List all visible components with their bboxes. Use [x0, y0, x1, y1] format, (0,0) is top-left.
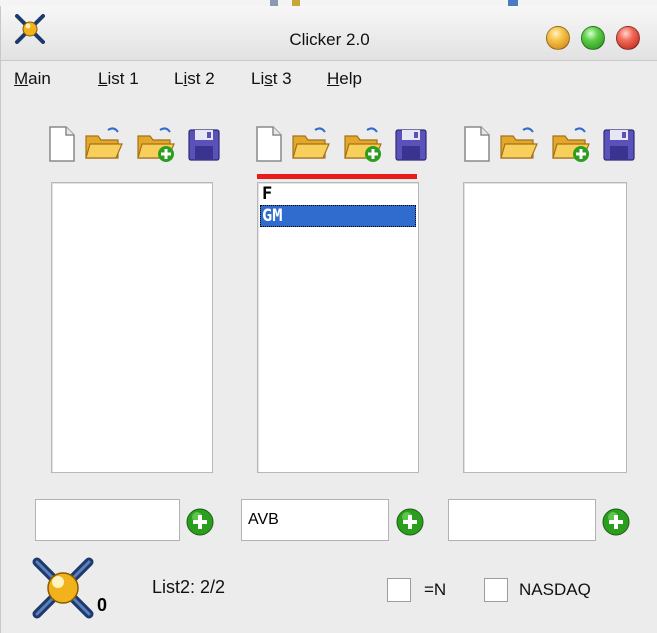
status-text: List2: 2/2	[152, 577, 226, 597]
title-bar[interactable]: Clicker 2.0	[1, 6, 657, 61]
active-list-indicator	[257, 174, 417, 179]
list-item[interactable]: F	[258, 183, 418, 205]
menu-bar: Main List 1 List 2 List 3 Help	[1, 61, 657, 95]
clicker-window: Clicker 2.0 Main List 1 List 2 List 3 He…	[0, 6, 657, 633]
nasdaq-label: NASDAQ	[519, 580, 591, 599]
list-1-box[interactable]	[51, 182, 213, 473]
open-folder-icon[interactable]	[291, 124, 330, 164]
save-icon[interactable]	[393, 124, 429, 164]
list-2-box[interactable]: F GM	[257, 182, 419, 473]
list-3-add-button[interactable]	[601, 507, 631, 537]
clicker-logo-icon	[32, 557, 94, 619]
menu-help[interactable]: Help	[327, 69, 362, 89]
open-folder-icon[interactable]	[499, 124, 538, 164]
equals-n-checkbox[interactable]	[387, 578, 411, 602]
save-icon[interactable]	[186, 124, 222, 164]
minimize-button[interactable]	[546, 26, 570, 50]
add-folder-icon[interactable]	[551, 124, 590, 164]
list-2-symbol-input[interactable]	[241, 499, 389, 541]
menu-main[interactable]: Main	[14, 69, 51, 89]
equals-n-label: =N	[424, 580, 447, 599]
list-2-toolbar	[251, 124, 437, 164]
add-folder-icon[interactable]	[343, 124, 382, 164]
menu-list-2[interactable]: List 2	[174, 69, 215, 89]
new-file-icon[interactable]	[459, 124, 495, 164]
nasdaq-checkbox[interactable]	[484, 578, 508, 602]
list-3-box[interactable]	[463, 182, 627, 473]
click-counter: 0	[97, 595, 108, 615]
add-folder-icon[interactable]	[136, 124, 175, 164]
list-3-toolbar	[459, 124, 645, 164]
zoom-button[interactable]	[581, 26, 605, 50]
list-1-add-button[interactable]	[185, 507, 215, 537]
menu-list-1[interactable]: List 1	[98, 69, 139, 89]
new-file-icon[interactable]	[44, 124, 80, 164]
list-1-symbol-input[interactable]	[35, 499, 180, 541]
list-3-symbol-input[interactable]	[448, 499, 596, 541]
close-button[interactable]	[616, 26, 640, 50]
list-1-toolbar	[44, 124, 230, 164]
save-icon[interactable]	[601, 124, 637, 164]
new-file-icon[interactable]	[251, 124, 287, 164]
list-2-add-button[interactable]	[395, 507, 425, 537]
list-item-selected[interactable]: GM	[260, 205, 416, 227]
menu-list-3[interactable]: List 3	[251, 69, 292, 89]
open-folder-icon[interactable]	[84, 124, 123, 164]
